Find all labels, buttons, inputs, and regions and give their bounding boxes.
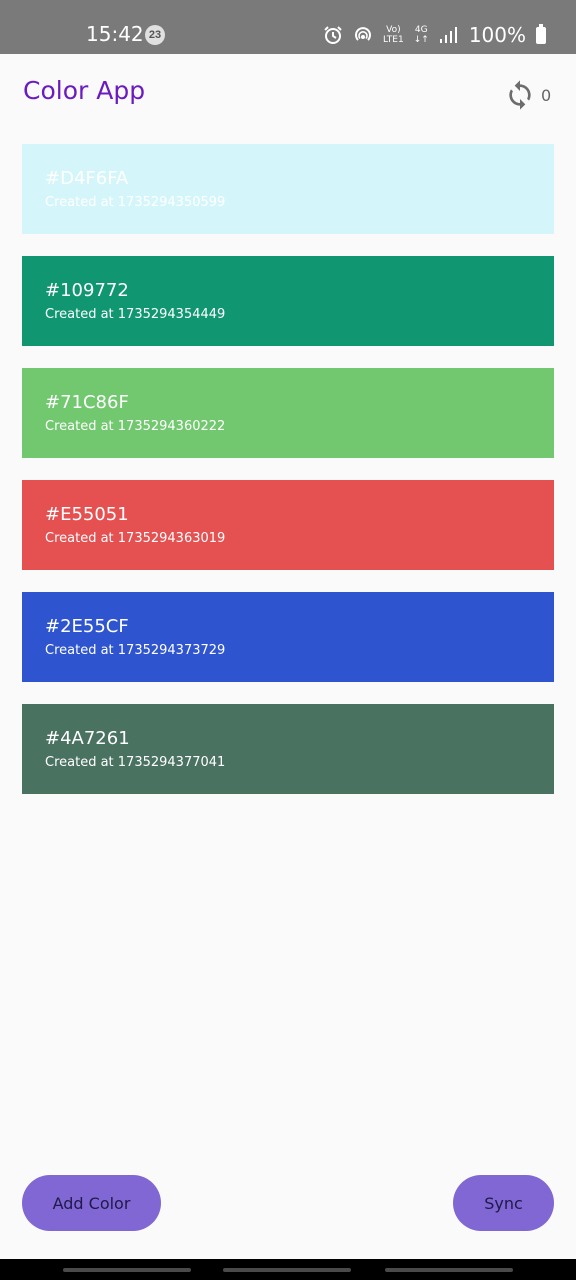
color-created-at: Created at 1735294350599 [45, 195, 226, 210]
volte-label: Vo) [386, 25, 401, 35]
color-created-at: Created at 1735294373729 [45, 643, 226, 658]
color-card[interactable]: #2E55CF Created at 1735294373729 [22, 592, 554, 682]
nav-home-handle[interactable] [223, 1268, 351, 1272]
battery-percent: 100% [468, 23, 526, 47]
lte-label: LTE1 [383, 35, 404, 45]
app-title: Color App [23, 76, 146, 105]
alarm-icon [324, 26, 342, 44]
color-hex: #71C86F [45, 392, 129, 413]
battery-icon [536, 23, 546, 44]
color-hex: #4A7261 [45, 728, 130, 749]
color-card[interactable]: #D4F6FA Created at 1735294350599 [22, 144, 554, 234]
color-hex: #109772 [45, 280, 129, 301]
color-card[interactable]: #71C86F Created at 1735294360222 [22, 368, 554, 458]
nav-back-handle[interactable] [385, 1268, 513, 1272]
color-card[interactable]: #E55051 Created at 1735294363019 [22, 480, 554, 570]
color-card[interactable]: #109772 Created at 1735294354449 [22, 256, 554, 346]
volte-indicator: Vo) LTE1 [383, 25, 404, 45]
status-time: 15:42 [86, 22, 144, 46]
hotspot-icon [355, 27, 371, 41]
status-bar: 15:42 23 Vo) LTE1 4G ↓↑ 100% [0, 0, 576, 54]
network-gen-label: 4G [414, 25, 428, 35]
navigation-bar [0, 1259, 576, 1280]
color-created-at: Created at 1735294360222 [45, 419, 226, 434]
color-hex: #2E55CF [45, 616, 129, 637]
color-hex: #D4F6FA [45, 168, 129, 189]
color-hex: #E55051 [45, 504, 129, 525]
color-created-at: Created at 1735294377041 [45, 755, 226, 770]
sync-icon[interactable] [504, 79, 536, 111]
network-gen-indicator: 4G ↓↑ [414, 25, 429, 45]
color-created-at: Created at 1735294354449 [45, 307, 226, 322]
add-color-button[interactable]: Add Color [22, 1175, 161, 1231]
color-card[interactable]: #4A7261 Created at 1735294377041 [22, 704, 554, 794]
color-list: #D4F6FA Created at 1735294350599 #109772… [22, 144, 554, 816]
color-created-at: Created at 1735294363019 [45, 531, 226, 546]
signal-icon [439, 27, 457, 43]
sync-count: 0 [541, 86, 552, 105]
notification-count-badge: 23 [145, 25, 165, 45]
nav-recents-handle[interactable] [63, 1268, 191, 1272]
sync-button[interactable]: Sync [453, 1175, 554, 1231]
status-icons: Vo) LTE1 4G ↓↑ 100% [323, 22, 546, 48]
data-arrows-icon: ↓↑ [413, 35, 429, 45]
